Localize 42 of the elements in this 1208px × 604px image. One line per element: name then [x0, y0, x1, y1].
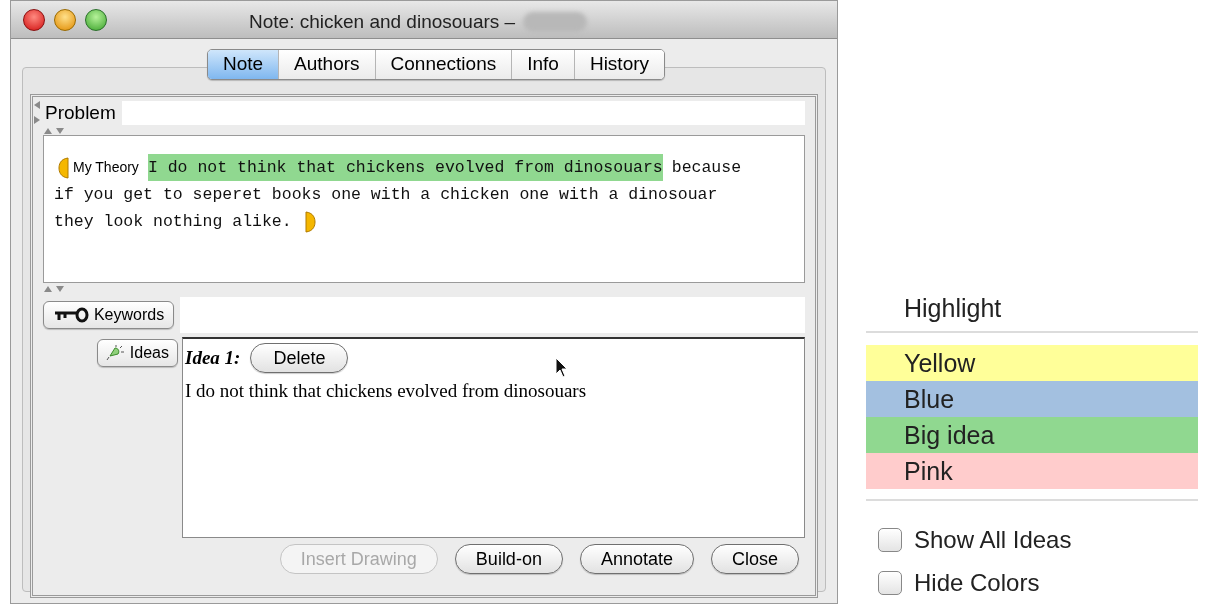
action-button[interactable]: Close — [710, 544, 799, 574]
note-text-area[interactable]: My Theory I do not think that chickens evolved from dinosouars because if you get to seperet books one with a chicken one with a dinosouar they look nothing alike. — [43, 135, 805, 283]
key-icon — [52, 307, 89, 323]
menu-title: Highlight — [903, 293, 1003, 324]
splitter-arrows-icon[interactable] — [33, 100, 41, 126]
highlighted-text: I do not think that chickens evolved from dinosouars — [147, 154, 663, 181]
option-label: Show All Ideas — [914, 525, 1072, 555]
splitter-arrows-icon[interactable] — [43, 285, 67, 293]
highlight-color-item[interactable]: Blue — [866, 380, 1198, 417]
idea-text: I do not think that chickens evolved from dinosouars — [185, 379, 588, 403]
checkbox[interactable] — [878, 528, 902, 552]
tab[interactable]: Info — [511, 50, 574, 79]
checkbox[interactable] — [878, 570, 902, 595]
scaffold-bracket-icon — [304, 210, 316, 233]
problem-label: Problem — [44, 100, 117, 125]
minimize-icon[interactable] — [54, 8, 76, 31]
close-icon[interactable] — [23, 8, 45, 31]
splitter-arrows-icon[interactable] — [43, 127, 67, 135]
tab[interactable]: Note — [207, 50, 279, 79]
note-text: if you get to seperet books one with a chicken one with a dinosouar — [54, 184, 718, 206]
note-text: because — [671, 157, 742, 179]
tab[interactable]: History — [573, 50, 665, 79]
window-title: Note: chicken and dinosouars – — [249, 10, 516, 34]
blurred-name — [523, 12, 588, 33]
note-text: they look nothing alike. — [54, 211, 292, 233]
tab[interactable]: Authors — [278, 50, 375, 79]
ideas-button[interactable]: Ideas — [96, 339, 178, 367]
tab[interactable]: Connections — [374, 50, 512, 79]
idea-title: Idea 1: — [185, 345, 241, 370]
scaffold-label: My Theory — [73, 158, 139, 177]
option-label: Hide Colors — [914, 567, 1040, 598]
highlight-color-item[interactable]: Yellow — [866, 344, 1198, 381]
lightbulb-icon — [105, 344, 126, 362]
action-button[interactable]: Build-on — [454, 544, 563, 574]
scaffold-bracket-icon — [58, 156, 69, 179]
delete-button[interactable]: Delete — [250, 343, 349, 373]
action-button[interactable]: Annotate — [579, 544, 694, 574]
zoom-icon[interactable] — [85, 8, 107, 31]
keywords-button[interactable]: Keywords — [43, 301, 174, 329]
mouse-pointer-icon — [555, 357, 569, 379]
highlight-color-item[interactable]: Pink — [866, 452, 1198, 489]
highlight-color-item[interactable]: Big idea — [866, 416, 1198, 453]
